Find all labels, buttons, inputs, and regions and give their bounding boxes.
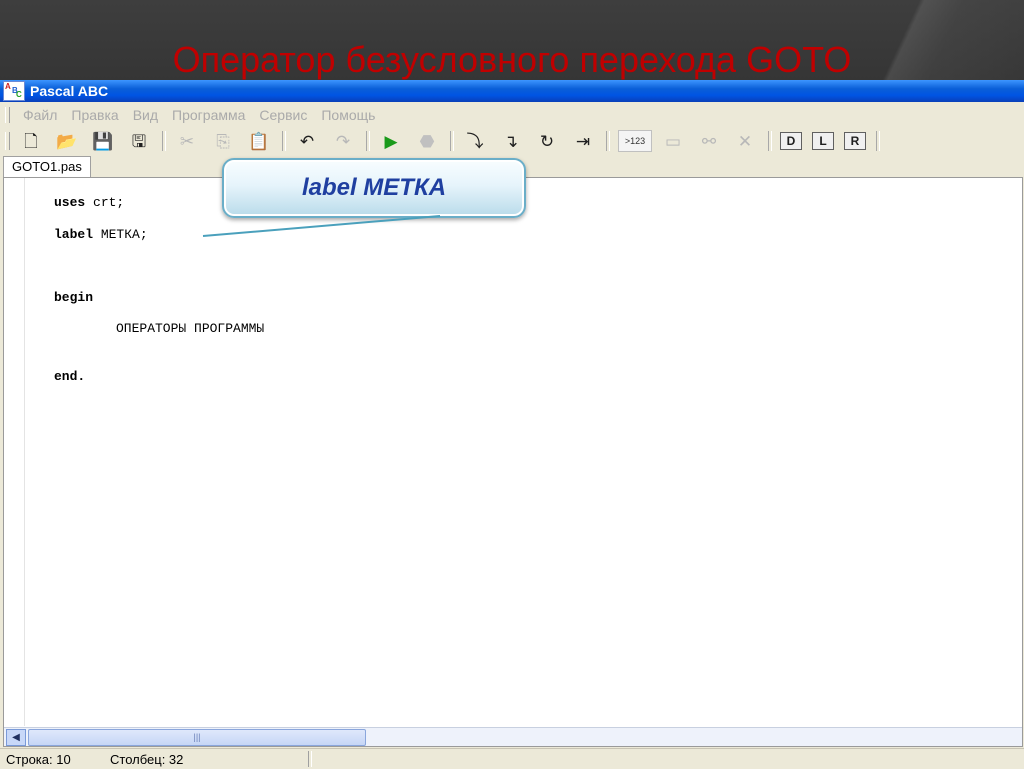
debug-l-icon[interactable]: L bbox=[812, 132, 834, 150]
slide-title: Оператор безусловного перехода GOTO bbox=[172, 39, 852, 80]
debug-d-icon[interactable]: D bbox=[780, 132, 802, 150]
status-column: Столбец: 32 bbox=[110, 752, 184, 767]
toolbar-grip bbox=[5, 132, 10, 150]
toolbar-separator bbox=[366, 131, 370, 151]
window-titlebar[interactable]: A B C Pascal ABC bbox=[0, 80, 1024, 102]
delete-icon[interactable]: ✕ bbox=[732, 130, 758, 152]
app-logo-icon: A B C bbox=[3, 81, 25, 101]
stop-icon[interactable]: ⬣ bbox=[414, 130, 440, 152]
step-over-icon[interactable]: ↴ bbox=[498, 130, 524, 152]
menu-file[interactable]: Файл bbox=[16, 107, 64, 123]
redo-icon[interactable]: ↷ bbox=[330, 130, 356, 152]
code-text: ОПЕРАТОРЫ ПРОГРАММЫ bbox=[116, 321, 265, 336]
toolbar-separator bbox=[282, 131, 286, 151]
undo-icon[interactable]: ↶ bbox=[294, 130, 320, 152]
open-folder-icon[interactable]: 📂 bbox=[54, 130, 80, 152]
window-title: Pascal ABC bbox=[30, 83, 109, 99]
status-divider bbox=[308, 751, 312, 767]
horizontal-scrollbar[interactable]: ◀ ||| bbox=[4, 727, 1022, 746]
tab-goto1[interactable]: GOTO1.pas bbox=[3, 156, 91, 177]
save-all-icon[interactable]: 🖫 bbox=[126, 130, 152, 152]
code-text: crt; bbox=[85, 195, 125, 210]
toolbar-separator bbox=[450, 131, 454, 151]
code-area[interactable]: uses crt; label МЕТКА; begin ОПЕРАТОРЫ П… bbox=[54, 178, 1022, 726]
step-out-icon[interactable]: ↻ bbox=[534, 130, 560, 152]
status-row: Строка: 10 bbox=[6, 752, 71, 767]
menu-help[interactable]: Помощь bbox=[314, 107, 382, 123]
menu-view[interactable]: Вид bbox=[126, 107, 165, 123]
menu-program[interactable]: Программа bbox=[165, 107, 252, 123]
menu-service[interactable]: Сервис bbox=[252, 107, 314, 123]
run-to-cursor-icon[interactable]: ⇥ bbox=[570, 130, 596, 152]
toolbar-separator bbox=[162, 131, 166, 151]
watch-icon[interactable]: ⚯ bbox=[696, 130, 722, 152]
run-icon[interactable]: ▶ bbox=[378, 130, 404, 152]
editor-gutter bbox=[4, 178, 25, 726]
status-bar: Строка: 10 Столбец: 32 bbox=[0, 748, 1024, 769]
window-icon[interactable]: ▭ bbox=[660, 130, 686, 152]
app-icon-letter-c: C bbox=[16, 90, 22, 99]
code-keyword: end. bbox=[54, 369, 86, 384]
menubar-grip bbox=[5, 107, 10, 123]
app-icon-letter-a: A bbox=[5, 82, 11, 91]
toolbar-separator bbox=[876, 131, 880, 151]
code-line: end. bbox=[54, 369, 85, 384]
step-into-icon[interactable]: ⤵ bbox=[462, 130, 488, 152]
code-line: uses crt; bbox=[54, 195, 124, 210]
code-editor[interactable]: uses crt; label МЕТКА; begin ОПЕРАТОРЫ П… bbox=[3, 177, 1023, 747]
callout-text: label МЕТКА bbox=[301, 174, 447, 201]
menu-edit[interactable]: Правка bbox=[64, 107, 125, 123]
new-file-icon[interactable]: 🗋 bbox=[18, 130, 44, 152]
callout-bubble: label МЕТКА bbox=[222, 158, 526, 218]
code-keyword: uses bbox=[54, 195, 86, 210]
menu-bar: Файл Правка Вид Программа Сервис Помощь bbox=[0, 104, 1024, 126]
code-line: begin bbox=[54, 290, 93, 305]
toolbar-separator bbox=[768, 131, 772, 151]
save-icon[interactable]: 💾 bbox=[90, 130, 116, 152]
code-keyword: label bbox=[54, 227, 94, 242]
paste-icon[interactable]: 📋 bbox=[246, 130, 272, 152]
scroll-left-icon[interactable]: ◀ bbox=[6, 729, 26, 746]
scrollbar-thumb[interactable]: ||| bbox=[28, 729, 366, 746]
code-text: МЕТКА; bbox=[93, 227, 148, 242]
line-number-field[interactable]: >123 bbox=[618, 130, 652, 152]
toolbar-separator bbox=[606, 131, 610, 151]
toolbar: 🗋 📂 💾 🖫 ✂ ⎘ 📋 ↶ ↷ ▶ ⬣ ⤵ ↴ ↻ ⇥ >123 ▭ ⚯ ✕ D L R bbox=[0, 128, 1024, 154]
cut-icon[interactable]: ✂ bbox=[174, 130, 200, 152]
code-line: label МЕТКА; bbox=[54, 227, 148, 242]
code-line: ОПЕРАТОРЫ ПРОГРАММЫ bbox=[116, 321, 264, 336]
debug-r-icon[interactable]: R bbox=[844, 132, 866, 150]
code-keyword: begin bbox=[54, 290, 94, 305]
copy-icon[interactable]: ⎘ bbox=[210, 130, 236, 152]
